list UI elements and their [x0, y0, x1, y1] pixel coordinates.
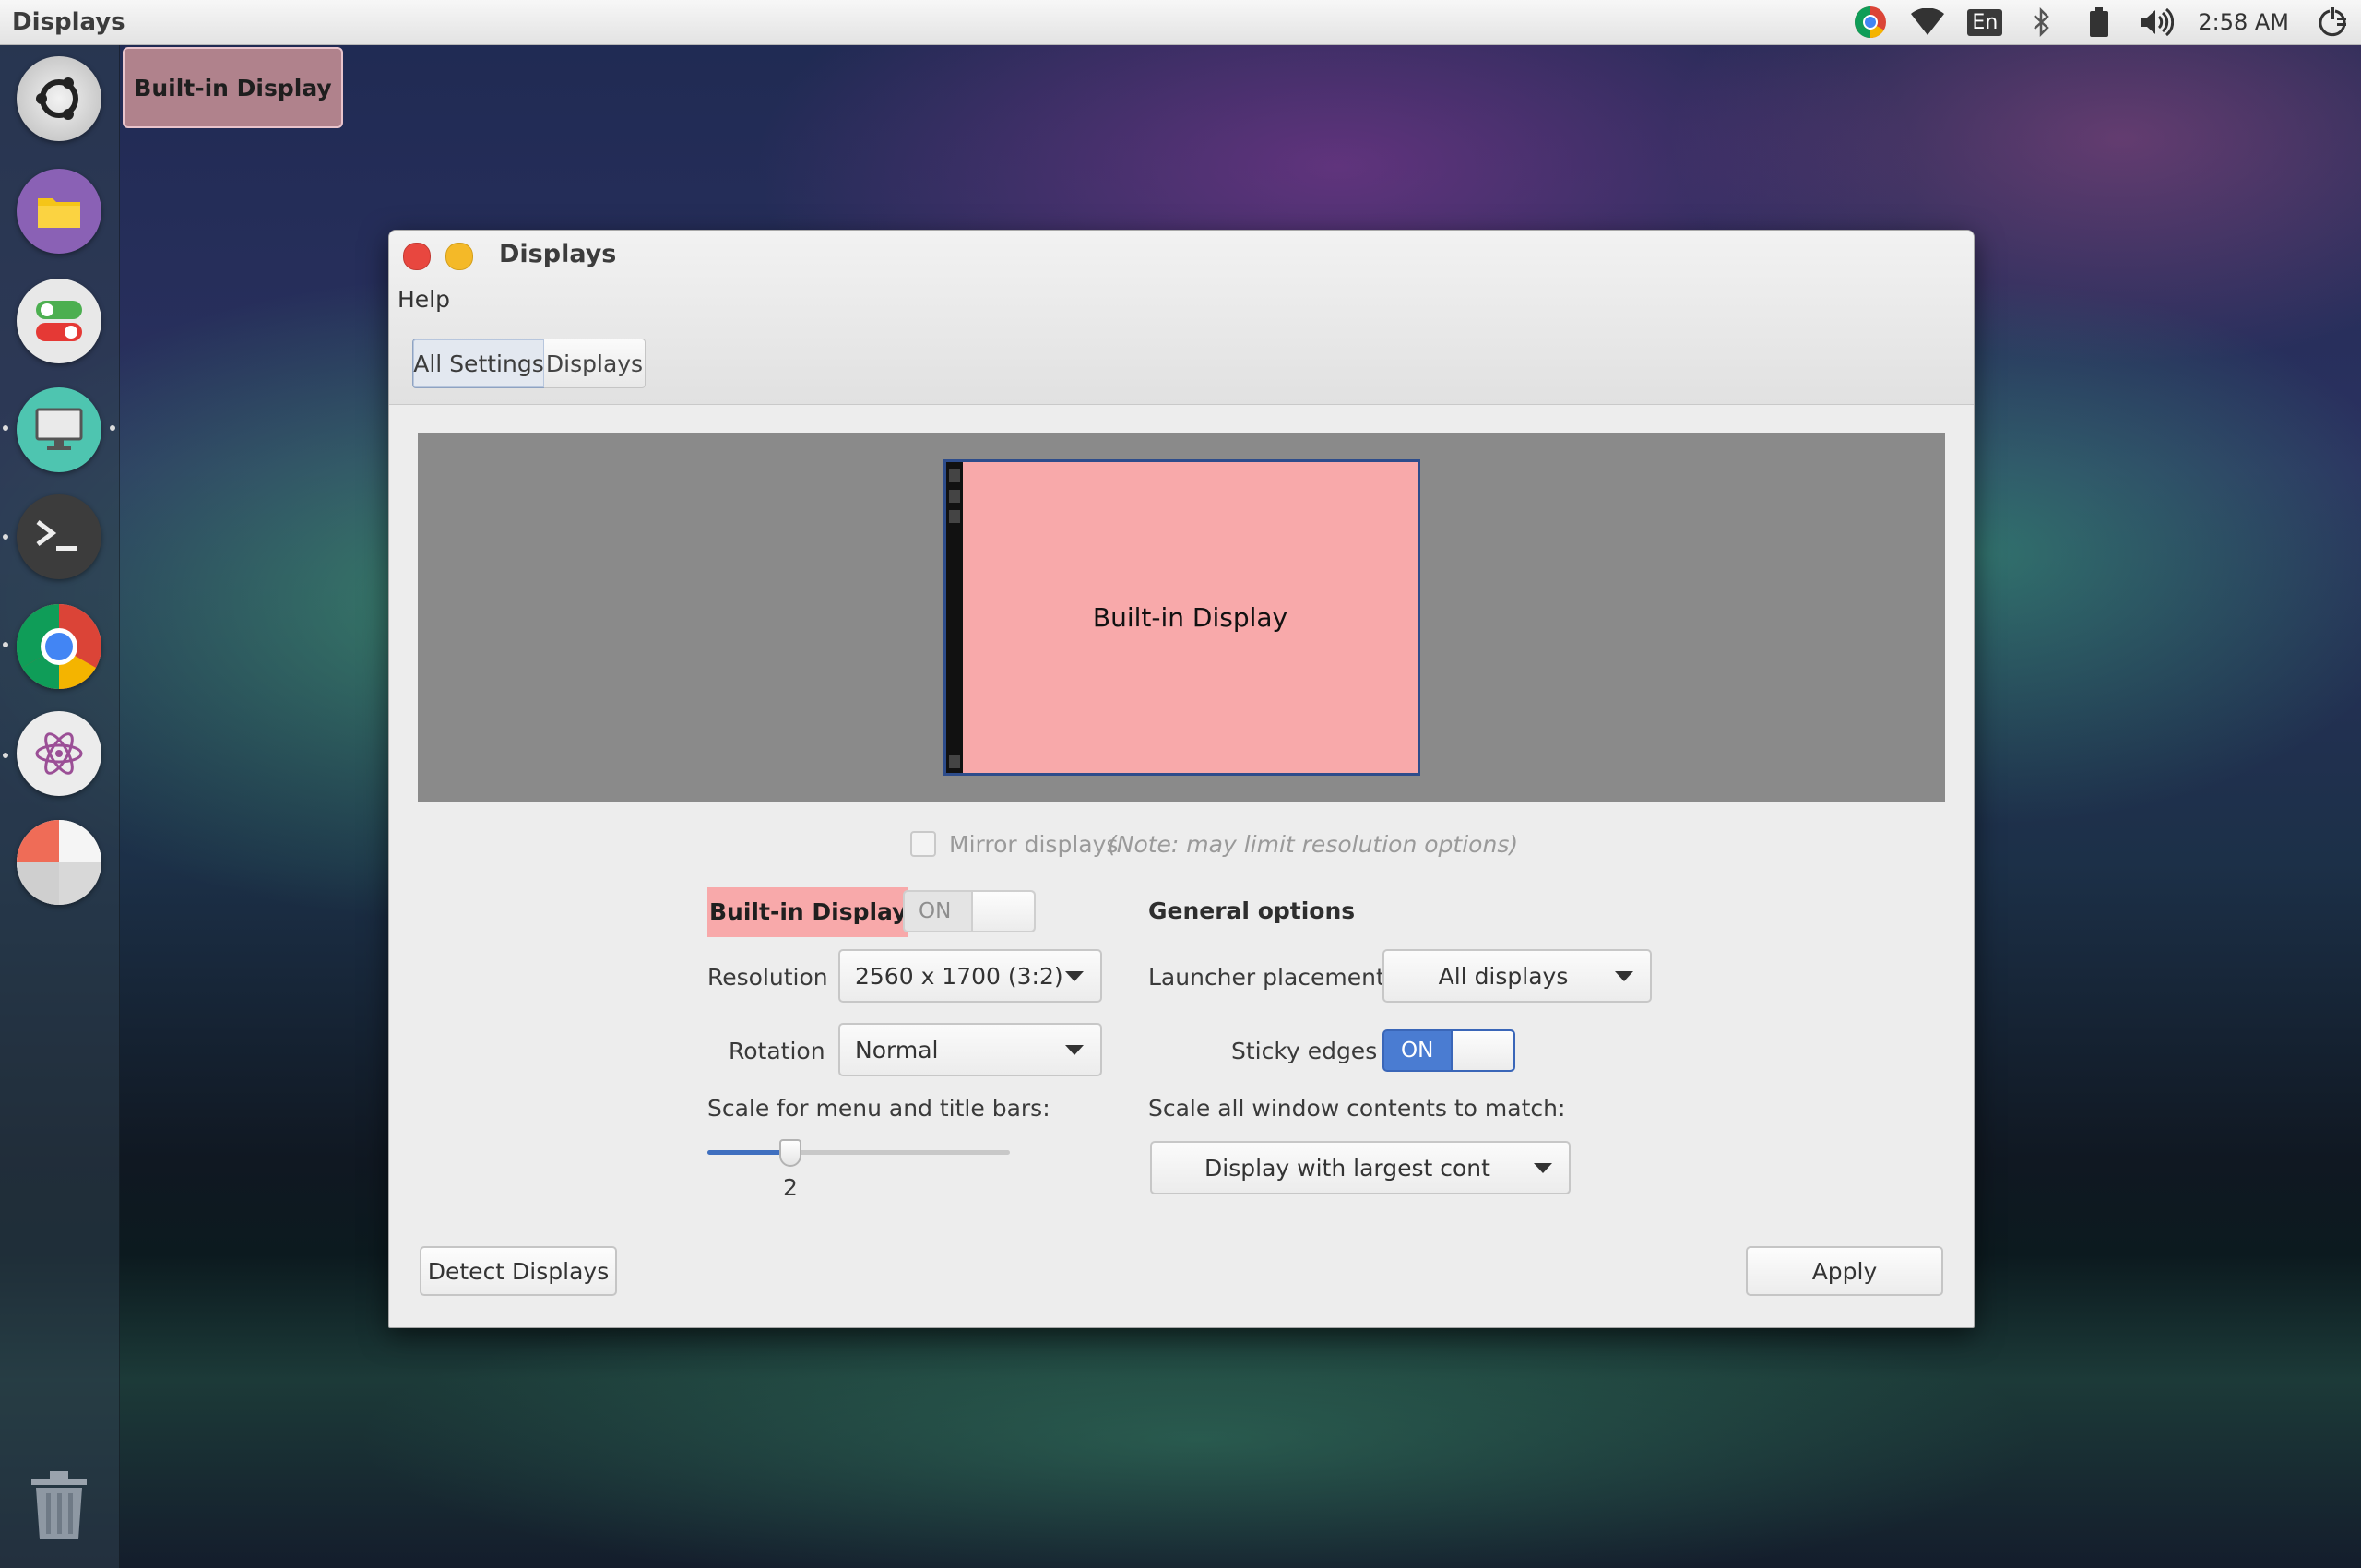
- launcher: [0, 45, 120, 1568]
- scale-slider-fill: [707, 1150, 790, 1155]
- sticky-edges-label: Sticky edges: [1231, 1038, 1378, 1064]
- system-tray: En 2:58 AM: [1842, 0, 2361, 44]
- apply-button[interactable]: Apply: [1746, 1246, 1943, 1296]
- scale-all-label: Scale all window contents to match:: [1148, 1095, 1566, 1122]
- chevron-down-icon: [1065, 971, 1084, 981]
- ubuntu-logo-icon[interactable]: [17, 56, 101, 141]
- switch-knob: [971, 892, 1034, 931]
- general-options-heading: General options: [1148, 897, 1356, 924]
- resolution-value: 2560 x 1700 (3:2): [855, 962, 1063, 990]
- mirror-displays-note: (Note: may limit resolution options): [1108, 831, 1519, 858]
- breadcrumb-displays[interactable]: Displays: [544, 339, 646, 388]
- monitor-preview[interactable]: Built-in Display: [943, 459, 1420, 776]
- scale-all-value: Display with largest cont: [1204, 1154, 1490, 1182]
- breadcrumb-all-settings[interactable]: All Settings: [412, 339, 545, 388]
- terminal-icon[interactable]: [17, 494, 101, 579]
- scale-slider[interactable]: [707, 1150, 1010, 1155]
- volume-icon[interactable]: [2138, 4, 2175, 41]
- launcher-placement-dropdown[interactable]: All displays: [1382, 949, 1652, 1003]
- switch-knob: [1451, 1031, 1513, 1070]
- running-indicator: [3, 642, 8, 647]
- detect-displays-button[interactable]: Detect Displays: [420, 1246, 617, 1296]
- rotation-value: Normal: [855, 1036, 939, 1063]
- display-name-label: Built-in Display: [707, 887, 909, 937]
- window-header: Displays Help All Settings Displays: [389, 231, 1974, 405]
- scale-all-dropdown[interactable]: Display with largest cont: [1150, 1141, 1571, 1194]
- files-icon[interactable]: [17, 169, 101, 254]
- panel-app-title: Displays: [12, 8, 125, 36]
- chrome-icon[interactable]: [1852, 4, 1889, 41]
- close-button[interactable]: [403, 243, 431, 270]
- monitor-launcher-strip: [946, 462, 963, 773]
- displays-window: Displays Help All Settings Displays Buil…: [388, 230, 1975, 1328]
- launcher-tooltip: Built-in Display: [123, 47, 343, 128]
- displays-monitor-icon[interactable]: [17, 387, 101, 472]
- scale-value: 2: [783, 1174, 798, 1201]
- chevron-down-icon: [1534, 1163, 1552, 1173]
- battery-icon[interactable]: [2081, 4, 2118, 41]
- mirror-displays-checkbox[interactable]: [910, 831, 936, 857]
- launcher-placement-value: All displays: [1438, 962, 1569, 990]
- sticky-edges-switch-label: ON: [1401, 1039, 1434, 1063]
- launcher-placement-label: Launcher placement: [1148, 964, 1385, 991]
- atom-icon[interactable]: [17, 711, 101, 796]
- menu-help[interactable]: Help: [397, 286, 450, 313]
- keyboard-layout: En: [1967, 8, 2003, 36]
- active-indicator: [110, 425, 115, 431]
- wifi-icon[interactable]: [1909, 4, 1946, 41]
- chrome-icon[interactable]: [17, 604, 101, 689]
- pie-chart-app-icon[interactable]: [17, 820, 101, 905]
- mirror-displays-label: Mirror displays: [949, 831, 1119, 858]
- minimize-button[interactable]: [445, 243, 473, 270]
- scale-slider-handle[interactable]: [779, 1139, 801, 1167]
- rotation-dropdown[interactable]: Normal: [838, 1023, 1102, 1076]
- scale-label: Scale for menu and title bars:: [707, 1095, 1050, 1122]
- display-power-switch-label: ON: [919, 899, 952, 923]
- resolution-dropdown[interactable]: 2560 x 1700 (3:2): [838, 949, 1102, 1003]
- running-indicator: [3, 534, 8, 540]
- window-title: Displays: [499, 240, 617, 268]
- chevron-down-icon: [1065, 1045, 1084, 1055]
- power-icon[interactable]: [2314, 4, 2351, 41]
- settings-toggles-icon[interactable]: [17, 279, 101, 363]
- trash-icon[interactable]: [27, 1467, 91, 1541]
- display-power-switch[interactable]: ON: [903, 890, 1036, 932]
- sticky-edges-switch[interactable]: ON: [1382, 1029, 1515, 1072]
- chevron-down-icon: [1615, 971, 1633, 981]
- monitor-preview-label: Built-in Display: [1092, 602, 1288, 633]
- running-indicator: [3, 753, 8, 758]
- clock[interactable]: 2:58 AM: [2198, 9, 2289, 35]
- resolution-label: Resolution: [707, 964, 828, 991]
- bluetooth-icon[interactable]: [2023, 4, 2060, 41]
- top-panel: Displays En 2:58 AM: [0, 0, 2361, 45]
- keyboard-icon[interactable]: En: [1966, 4, 2003, 41]
- rotation-label: Rotation: [729, 1038, 825, 1064]
- running-indicator: [3, 425, 8, 431]
